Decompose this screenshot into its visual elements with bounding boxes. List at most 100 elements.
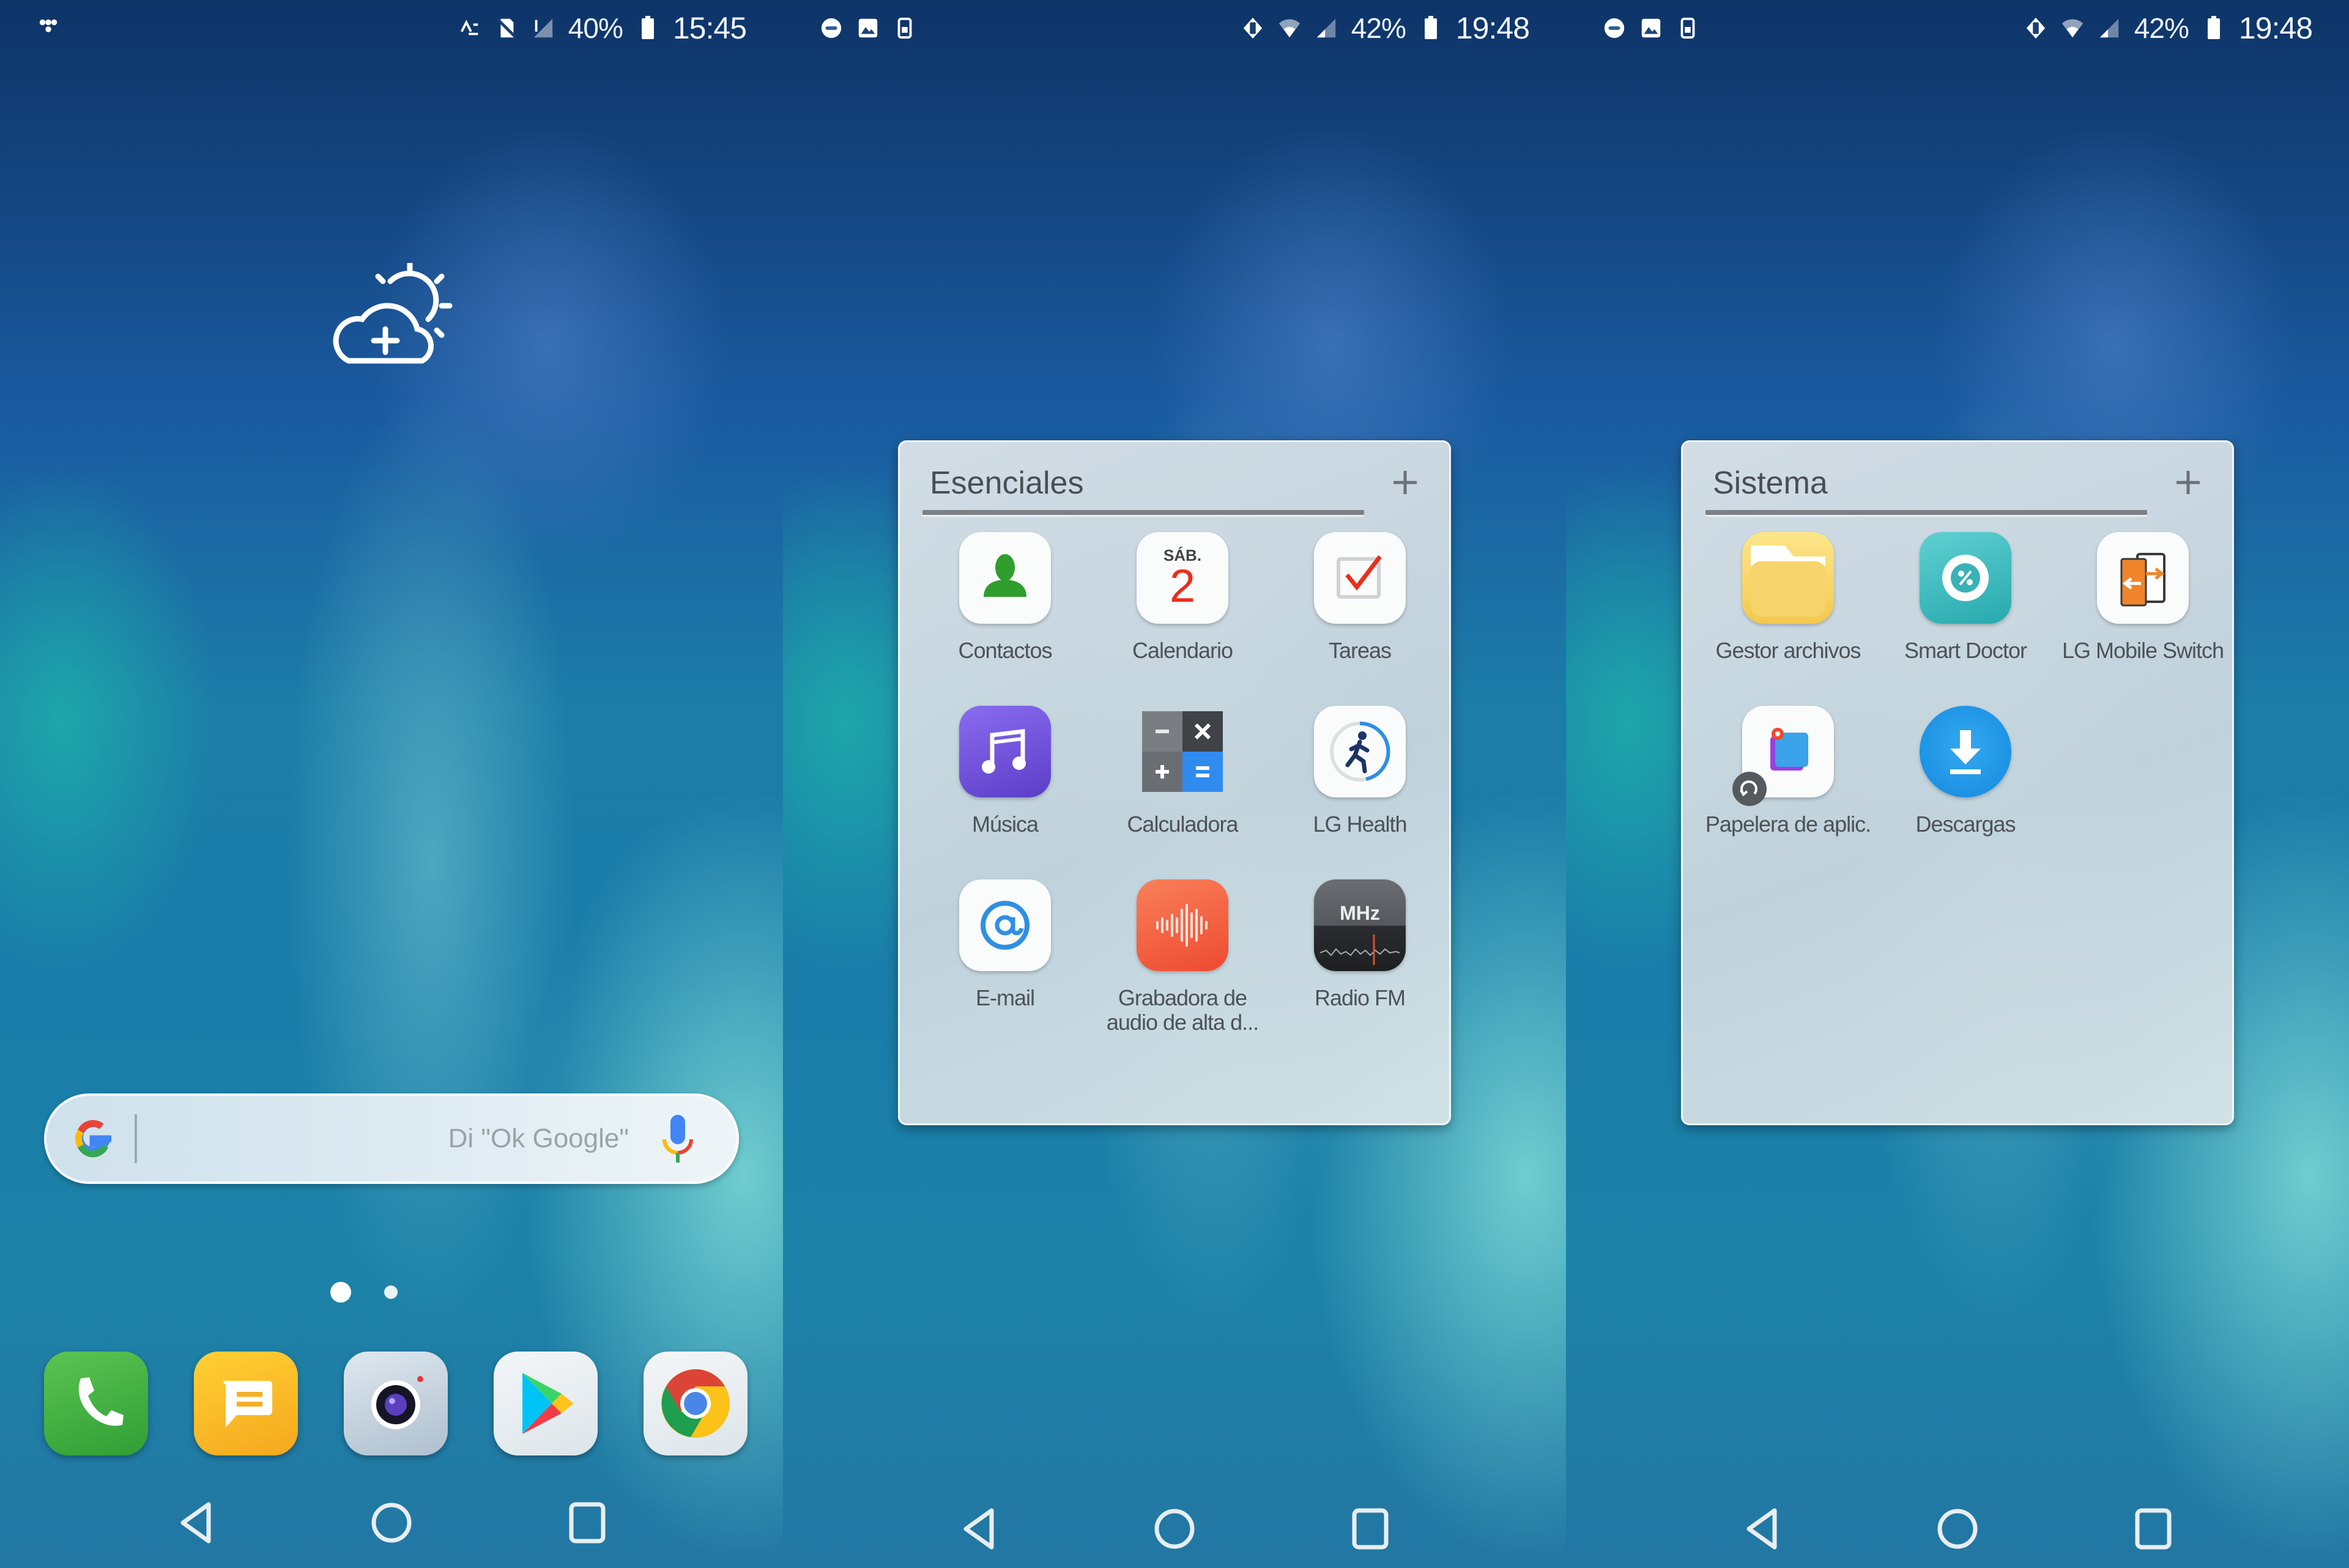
battery-percentage: 42% <box>2134 12 2189 44</box>
clock: 19:48 <box>1455 11 1530 45</box>
back-icon <box>963 1508 994 1550</box>
recents-icon <box>2135 1508 2172 1550</box>
contacts-icon <box>984 554 1026 597</box>
dock-app-play-store[interactable] <box>494 1352 598 1455</box>
mobile-switch-icon <box>2120 553 2165 607</box>
add-icon[interactable] <box>2173 467 2203 498</box>
calculator-icon <box>1142 711 1223 792</box>
app-lg-mobile-switch[interactable]: LG Mobile Switch <box>2054 532 2232 663</box>
home-button[interactable] <box>355 1492 428 1553</box>
weather-widget[interactable] <box>324 261 459 373</box>
app-label: Contactos <box>958 638 1052 663</box>
camera-icon <box>371 1376 423 1429</box>
folder-sistema: Sistema Gestor archivos Smart Doctor LG … <box>1681 440 2234 1125</box>
navigation-bar <box>0 1492 783 1553</box>
microphone-icon[interactable] <box>659 1111 696 1166</box>
app-tareas[interactable]: Tareas <box>1271 532 1449 663</box>
recents-icon <box>1352 1508 1389 1550</box>
app-label: Papelera de aplic. <box>1705 812 1871 837</box>
recents-button[interactable] <box>551 1492 624 1553</box>
folder-app-grid: Gestor archivos Smart Doctor LG Mobile S… <box>1699 532 2224 837</box>
signal-icon <box>2098 17 2121 40</box>
chrome-icon <box>661 1369 730 1438</box>
sim-icon <box>1676 17 1699 40</box>
folder-header: Esenciales <box>922 459 1433 515</box>
dock-app-camera[interactable] <box>344 1352 448 1455</box>
back-icon <box>1746 1508 1777 1550</box>
app-label: Música <box>971 812 1039 837</box>
restore-badge-icon <box>1732 772 1767 806</box>
app-contactos[interactable]: Contactos <box>916 532 1094 663</box>
folder-title-underline <box>1705 510 2147 515</box>
app-radio-fm[interactable]: MHz Radio FM <box>1271 879 1449 1035</box>
app-label: LG Mobile Switch <box>2061 638 2224 663</box>
status-bar: 42% 19:48 <box>1566 0 2349 56</box>
app-lg-health[interactable]: LG Health <box>1271 706 1449 837</box>
clock: 19:48 <box>2238 11 2313 45</box>
recents-button[interactable] <box>1334 1498 1407 1559</box>
folder-title[interactable]: Sistema <box>1713 465 1828 501</box>
recents-button[interactable] <box>2117 1498 2190 1559</box>
email-icon <box>981 901 1030 950</box>
home-screen: 40% 15:45 <box>0 0 783 1568</box>
signal-icon <box>532 17 555 40</box>
sistema-folder-screen: 42% 19:48 Sistema Gestor archivos Smart … <box>1566 0 2349 1568</box>
back-button[interactable] <box>942 1498 1015 1559</box>
notification-dots-icon <box>37 17 60 40</box>
back-button[interactable] <box>159 1492 232 1553</box>
calendar-day-number: 2 <box>1169 560 1196 612</box>
folder-title-underline <box>922 510 1364 515</box>
no-sim-icon <box>495 17 518 40</box>
radio-mhz-label: MHz <box>1340 901 1380 924</box>
back-button[interactable] <box>1725 1498 1798 1559</box>
search-input[interactable] <box>137 1093 659 1184</box>
add-icon[interactable] <box>1390 467 1420 498</box>
app-smart-doctor[interactable]: Smart Doctor <box>1877 532 2054 663</box>
app-grabadora[interactable]: Grabadora de audio de alta d... <box>1094 879 1271 1035</box>
page-dot-active[interactable] <box>330 1282 351 1303</box>
dock-app-messages[interactable] <box>194 1352 298 1455</box>
google-search-bar[interactable] <box>44 1093 739 1184</box>
app-musica[interactable]: Música <box>916 706 1094 837</box>
app-label: Calculadora <box>1127 812 1238 837</box>
downloads-icon <box>1950 730 1981 774</box>
app-descargas[interactable]: Descargas <box>1877 706 2054 837</box>
page-dot[interactable] <box>384 1285 398 1299</box>
app-calendario[interactable]: SÁB. 2 Calendario <box>1094 532 1271 663</box>
app-email[interactable]: E-mail <box>916 879 1094 1035</box>
app-label: Descargas <box>1915 812 2016 837</box>
app-trash-icon <box>1770 728 1808 771</box>
play-store-icon <box>522 1373 574 1434</box>
voice-recorder-icon <box>1156 904 1208 947</box>
dock-app-phone[interactable] <box>44 1352 148 1455</box>
recents-icon <box>569 1502 606 1544</box>
home-icon <box>371 1503 412 1543</box>
app-papelera-aplic[interactable]: Papelera de aplic. <box>1699 706 1877 837</box>
battery-percentage: 40% <box>568 12 623 44</box>
app-label: E-mail <box>975 985 1035 1010</box>
app-label: Smart Doctor <box>1904 638 2027 663</box>
navigation-bar <box>1566 1498 2349 1559</box>
app-calculadora[interactable]: Calculadora <box>1094 706 1271 837</box>
messenger-icon <box>820 17 843 40</box>
clock: 15:45 <box>672 11 747 45</box>
page-indicator <box>0 1282 783 1303</box>
home-icon <box>1154 1509 1195 1549</box>
battery-icon <box>636 16 659 40</box>
home-button[interactable] <box>1921 1498 1994 1559</box>
home-button[interactable] <box>1138 1498 1211 1559</box>
status-bar: 40% 15:45 <box>0 0 783 56</box>
folder-app-grid: Contactos SÁB. 2 Calendario Tareas Músic… <box>916 532 1433 1035</box>
data-sync-icon <box>458 17 481 40</box>
folder-title[interactable]: Esenciales <box>930 465 1083 501</box>
app-label: Calendario <box>1132 638 1233 663</box>
app-label: Gestor archivos <box>1715 638 1861 663</box>
app-gestor-archivos[interactable]: Gestor archivos <box>1699 532 1877 663</box>
signal-icon <box>1315 17 1338 40</box>
google-logo-icon[interactable] <box>69 1114 117 1163</box>
battery-icon <box>1419 16 1442 40</box>
folder-header: Sistema <box>1705 459 2216 515</box>
dock-app-chrome[interactable] <box>644 1352 748 1455</box>
app-label: Radio FM <box>1314 985 1406 1010</box>
wifi-icon <box>1278 17 1301 40</box>
